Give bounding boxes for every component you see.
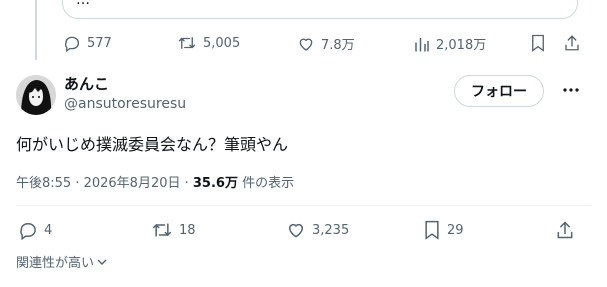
like-count: 3,235 bbox=[312, 222, 350, 238]
reply-icon bbox=[65, 36, 80, 52]
more-options-button[interactable] bbox=[558, 80, 584, 100]
like-button[interactable]: 3,235 bbox=[286, 220, 349, 240]
prev-like-count: 7.8万 bbox=[321, 38, 355, 53]
prev-reply-count: 577 bbox=[87, 35, 112, 51]
share-button[interactable] bbox=[555, 220, 575, 244]
sort-relevance-label: 関連性が高い bbox=[16, 256, 95, 271]
sort-relevance-dropdown[interactable]: 関連性が高い bbox=[16, 252, 108, 271]
avatar[interactable] bbox=[16, 75, 56, 115]
heart-icon bbox=[288, 223, 304, 238]
tweet-timestamp[interactable]: 午後8:55 · 2026年8月20日 · bbox=[16, 176, 193, 191]
bookmark-button[interactable]: 29 bbox=[423, 220, 464, 240]
quoted-tweet-card[interactable] bbox=[62, 0, 578, 19]
prev-retweet-count: 5,005 bbox=[203, 35, 241, 51]
prev-views-count: 2,018万 bbox=[436, 38, 487, 53]
heart-icon bbox=[299, 38, 313, 51]
views-count: 35.6万 bbox=[192, 176, 238, 191]
bookmark-icon bbox=[425, 220, 439, 240]
views-label: 件の表示 bbox=[237, 176, 295, 191]
thread-connector-line bbox=[35, 0, 37, 60]
retweet-icon bbox=[178, 37, 196, 49]
reply-icon bbox=[20, 223, 36, 240]
bookmark-icon bbox=[532, 34, 544, 52]
analytics-icon bbox=[415, 37, 429, 51]
author-name[interactable]: あんこ bbox=[64, 73, 109, 94]
chevron-down-icon bbox=[97, 259, 107, 265]
prev-share-button[interactable] bbox=[563, 34, 581, 56]
retweet-button[interactable]: 18 bbox=[151, 220, 196, 240]
reply-count: 4 bbox=[44, 222, 53, 238]
tweet-metadata: 午後8:55 · 2026年8月20日 · 35.6万 件の表示 bbox=[16, 172, 294, 191]
prev-bookmark-button[interactable] bbox=[530, 34, 546, 56]
follow-button[interactable]: フォロー bbox=[454, 75, 544, 107]
retweet-count: 18 bbox=[179, 222, 196, 238]
bookmark-count: 29 bbox=[447, 222, 464, 238]
prev-reply-button[interactable]: 577 bbox=[63, 34, 112, 52]
share-icon bbox=[557, 221, 573, 239]
divider-top bbox=[16, 205, 591, 206]
quoted-tweet-text: … bbox=[76, 0, 91, 8]
retweet-icon bbox=[152, 223, 172, 237]
share-icon bbox=[565, 35, 579, 51]
prev-views-button[interactable]: 2,018万 bbox=[414, 34, 486, 53]
prev-retweet-button[interactable]: 5,005 bbox=[177, 34, 240, 52]
avatar-image bbox=[16, 75, 56, 115]
prev-like-button[interactable]: 7.8万 bbox=[297, 34, 355, 53]
reply-button[interactable]: 4 bbox=[18, 220, 52, 240]
author-handle[interactable]: @ansutoresuresu bbox=[64, 96, 186, 112]
more-icon bbox=[563, 88, 579, 92]
tweet-text: 何がいじめ撲滅委員会なん？筆頭やん bbox=[16, 135, 289, 154]
